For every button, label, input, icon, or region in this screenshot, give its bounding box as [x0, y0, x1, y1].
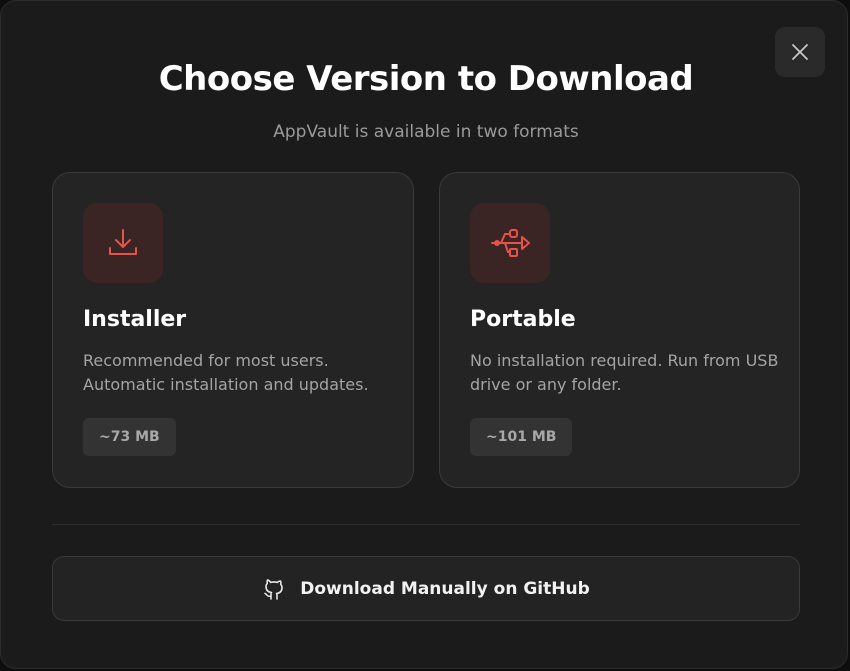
installer-size-badge: ~73 MB: [83, 418, 176, 456]
installer-title: Installer: [83, 307, 187, 332]
download-dialog: Choose Version to Download AppVault is a…: [0, 0, 848, 669]
download-icon: [109, 229, 137, 255]
installer-option-card[interactable]: Installer Recommended for most users. Au…: [52, 172, 414, 488]
usb-icon: [491, 229, 530, 257]
divider: [52, 524, 800, 525]
portable-icon-box: [470, 203, 550, 283]
portable-title: Portable: [470, 307, 576, 332]
installer-description: Recommended for most users. Automatic in…: [83, 351, 369, 394]
dialog-title: Choose Version to Download: [158, 59, 694, 99]
portable-size-badge: ~101 MB: [470, 418, 573, 456]
github-button-label: Download Manually on GitHub: [300, 578, 590, 599]
portable-description: No installation required. Run from USB d…: [470, 351, 779, 394]
dialog-subtitle: AppVault is available in two formats: [273, 122, 579, 142]
github-icon: [264, 578, 284, 600]
portable-option-card[interactable]: Portable No installation required. Run f…: [439, 172, 800, 488]
installer-icon-box: [83, 203, 163, 283]
github-download-button[interactable]: Download Manually on GitHub: [52, 556, 800, 621]
